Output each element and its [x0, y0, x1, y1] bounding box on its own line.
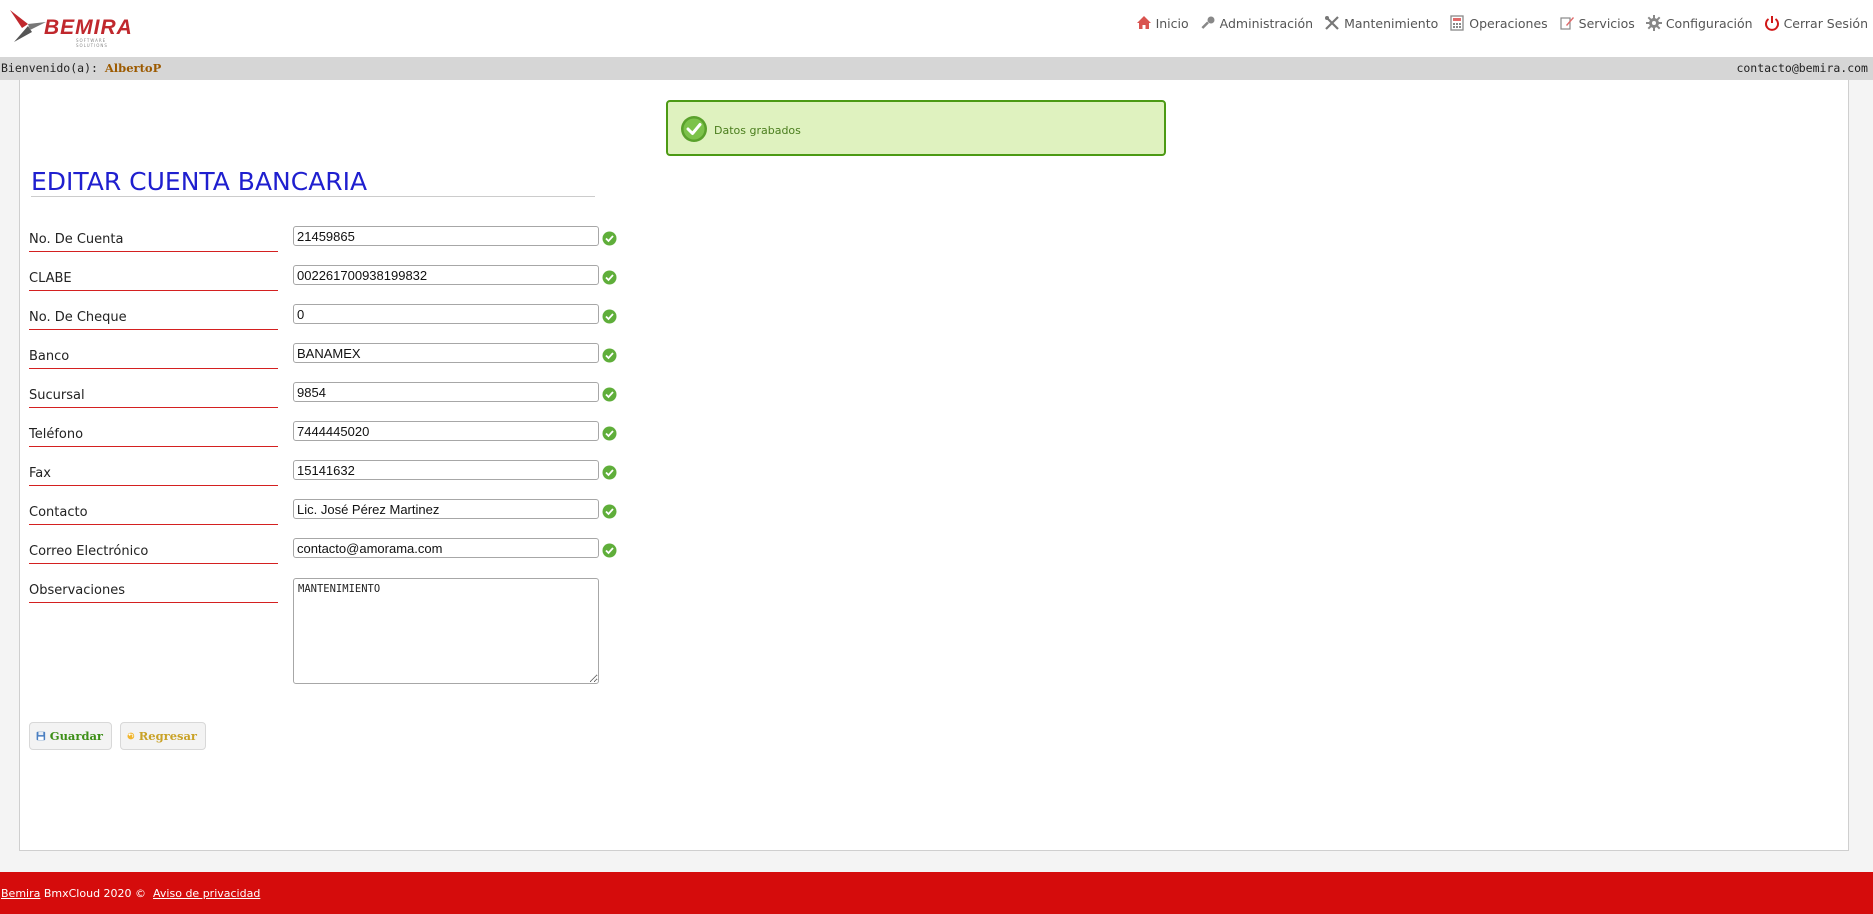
- valid-check-icon: [602, 348, 617, 363]
- nav-label: Cerrar Sesión: [1783, 15, 1868, 31]
- valid-check-icon: [602, 504, 617, 519]
- nav-administracion[interactable]: Administración: [1200, 15, 1313, 31]
- field-label: Contacto: [29, 505, 278, 525]
- user-bar: Bienvenido(a): AlbertoP contacto@bemira.…: [0, 57, 1873, 80]
- bemira-link[interactable]: Bemira: [1, 887, 40, 900]
- nav-servicios[interactable]: Servicios: [1559, 15, 1635, 31]
- valid-check-icon: [602, 426, 617, 441]
- correo-input[interactable]: [293, 538, 599, 558]
- success-notice: Datos grabados: [666, 100, 1166, 156]
- clabe-input[interactable]: [293, 265, 599, 285]
- valid-check-icon: [602, 465, 617, 480]
- edit-icon: [1560, 17, 1574, 30]
- nav-mantenimiento[interactable]: Mantenimiento: [1324, 15, 1438, 31]
- field-correo: Correo Electrónico: [29, 538, 629, 564]
- bemira-logo[interactable]: BEMIRA SOFTWARE SOLUTIONS: [8, 8, 134, 48]
- nav-label: Operaciones: [1469, 15, 1548, 31]
- fax-input[interactable]: [293, 460, 599, 480]
- valid-check-icon: [602, 543, 617, 558]
- logo-text: BEMIRA: [44, 16, 133, 39]
- field-fax: Fax: [29, 460, 629, 486]
- banco-input[interactable]: [293, 343, 599, 363]
- field-contacto: Contacto: [29, 499, 629, 525]
- field-telefono: Teléfono: [29, 421, 629, 447]
- user-email: contacto@bemira.com: [1736, 61, 1868, 75]
- save-label: Guardar: [49, 729, 103, 743]
- telefono-input[interactable]: [293, 421, 599, 441]
- top-header: BEMIRA SOFTWARE SOLUTIONS Inicio Adminis…: [0, 0, 1873, 57]
- gear-icon: [1645, 15, 1662, 31]
- footer-copyright: BmxCloud 2020 ©: [43, 887, 147, 900]
- no-cuenta-input[interactable]: [293, 226, 599, 246]
- field-no-cheque: No. De Cheque: [29, 304, 629, 330]
- back-label: Regresar: [138, 729, 197, 743]
- valid-check-icon: [602, 309, 617, 324]
- field-label: CLABE: [29, 271, 278, 291]
- valid-check-icon: [602, 387, 617, 402]
- page-title: EDITAR CUENTA BANCARIA: [31, 166, 595, 197]
- nav-inicio[interactable]: Inicio: [1136, 15, 1189, 31]
- notice-text: Datos grabados: [714, 124, 801, 137]
- back-arrow-icon: [127, 732, 135, 740]
- nav-label: Inicio: [1155, 15, 1189, 31]
- floppy-disk-icon: [36, 731, 46, 741]
- check-icon: [681, 116, 707, 142]
- welcome-label: Bienvenido(a):: [1, 61, 98, 75]
- observaciones-textarea[interactable]: MANTENIMIENTO: [293, 578, 599, 684]
- field-sucursal: Sucursal: [29, 382, 629, 408]
- nav-label: Administración: [1219, 15, 1314, 31]
- nav-label: Configuración: [1665, 15, 1753, 31]
- calculator-icon: [1450, 15, 1464, 31]
- sucursal-input[interactable]: [293, 382, 599, 402]
- field-label: Sucursal: [29, 388, 278, 408]
- field-label: Teléfono: [29, 427, 278, 447]
- valid-check-icon: [602, 270, 617, 285]
- logo-tagline: SOFTWARE SOLUTIONS: [76, 38, 108, 48]
- field-label: Fax: [29, 466, 278, 486]
- field-label: Banco: [29, 349, 278, 369]
- footer: Bemira BmxCloud 2020 © Aviso de privacid…: [0, 872, 1873, 914]
- home-icon: [1136, 16, 1151, 29]
- nav-cerrar-sesion[interactable]: Cerrar Sesión: [1764, 15, 1868, 31]
- nav-label: Servicios: [1578, 15, 1635, 31]
- nav-label: Mantenimiento: [1344, 15, 1439, 31]
- field-label: No. De Cuenta: [29, 232, 278, 252]
- field-banco: Banco: [29, 343, 629, 369]
- field-clabe: CLABE: [29, 265, 629, 291]
- power-icon: [1764, 16, 1779, 31]
- back-button[interactable]: Regresar: [120, 722, 206, 750]
- nav-operaciones[interactable]: Operaciones: [1449, 15, 1548, 31]
- privacy-link[interactable]: Aviso de privacidad: [153, 887, 260, 900]
- nav-configuracion[interactable]: Configuración: [1645, 15, 1753, 31]
- field-label: Correo Electrónico: [29, 544, 278, 564]
- field-label: Observaciones: [29, 583, 278, 603]
- footer-text: Bemira BmxCloud 2020 © Aviso de privacid…: [1, 887, 260, 900]
- welcome-text: Bienvenido(a): AlbertoP: [1, 57, 161, 80]
- main-nav: Inicio Administración Mantenimiento Oper…: [1136, 15, 1868, 31]
- no-cheque-input[interactable]: [293, 304, 599, 324]
- field-no-cuenta: No. De Cuenta: [29, 226, 629, 252]
- save-button[interactable]: Guardar: [29, 722, 112, 750]
- field-label: No. De Cheque: [29, 310, 278, 330]
- key-icon: [1201, 16, 1215, 29]
- bemira-logo-mark-icon: [10, 10, 46, 42]
- tools-icon: [1325, 16, 1339, 30]
- contacto-input[interactable]: [293, 499, 599, 519]
- valid-check-icon: [602, 231, 617, 246]
- username: AlbertoP: [104, 61, 162, 75]
